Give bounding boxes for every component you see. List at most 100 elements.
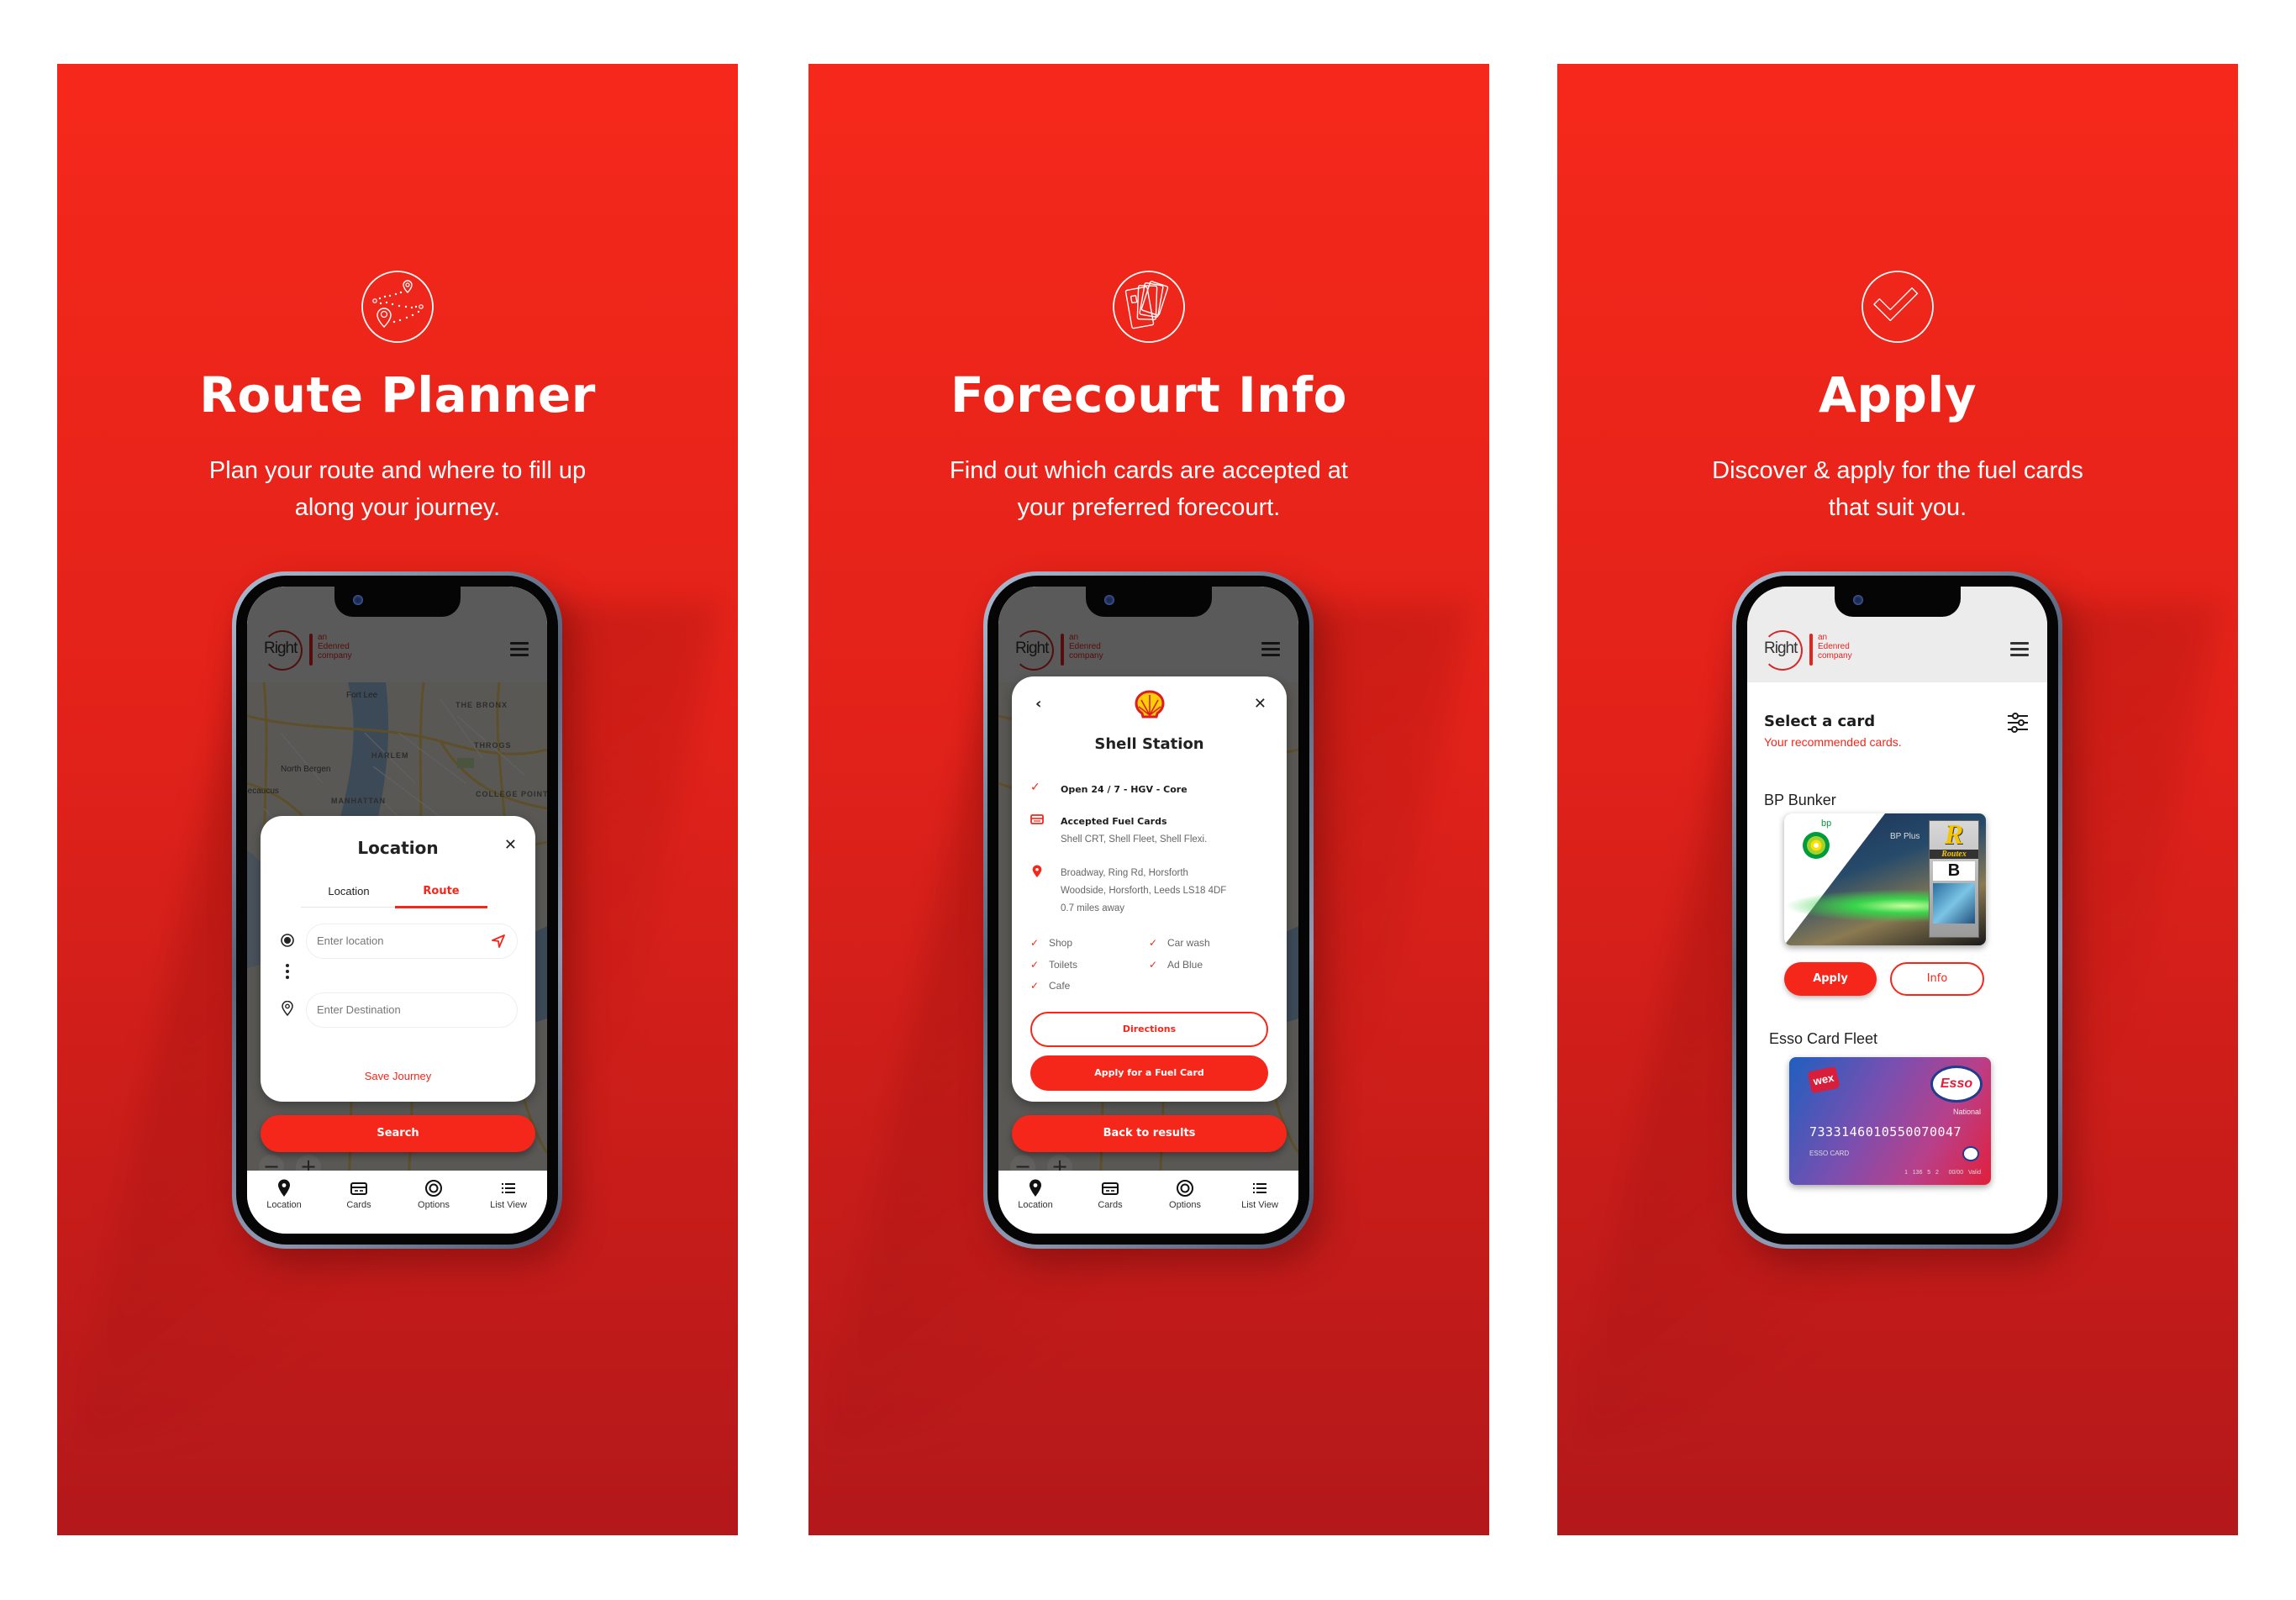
back-chevron-icon[interactable]: ‹ (1035, 695, 1041, 713)
nav-label: Options (1169, 1200, 1201, 1210)
amenity-item: ✓ Shop (1030, 937, 1072, 949)
panel-subtitle: Plan your route and where to fill up alo… (108, 452, 687, 526)
check-icon: ✓ (1030, 980, 1040, 992)
card-icon (1030, 814, 1044, 824)
nav-item-location[interactable]: Location (1002, 1179, 1069, 1210)
nav-item-options[interactable]: Options (400, 1179, 467, 1210)
nav-label: List View (1241, 1200, 1278, 1210)
distance-text: 0.7 miles away (1061, 903, 1125, 913)
options-target-icon (425, 1180, 442, 1197)
tab-route[interactable]: Route (395, 885, 487, 897)
back-to-results-button[interactable]: Back to results (1012, 1115, 1287, 1152)
card-product-text: BP Plus (1890, 832, 1920, 841)
phone-screen: Right an Edenred company Select a card Y… (1747, 587, 2047, 1234)
apply-button[interactable]: Apply (1784, 962, 1877, 996)
address-text: Broadway, Ring Rd, Horsforth Woodside, H… (1061, 865, 1273, 918)
nav-item-list-view[interactable]: List View (1226, 1179, 1293, 1210)
recommended-subheading: Your recommended cards. (1764, 735, 1902, 749)
location-pin-icon (1030, 1179, 1041, 1197)
status-text: Open 24 / 7 - HGV - Core (1061, 784, 1187, 795)
station-name: Shell Station (1094, 735, 1204, 753)
hologram (1933, 883, 1975, 924)
modal-title: Location (357, 838, 439, 858)
close-icon[interactable]: ✕ (504, 836, 517, 854)
destination-input[interactable]: Enter Destination (306, 992, 518, 1028)
bottom-nav: Location Cards Options List View (998, 1171, 1298, 1234)
panel-route-planner: Route Planner Plan your route and where … (57, 64, 738, 1535)
card-footer-text: 1 136 5 2 00/00 Valid (1904, 1170, 1981, 1176)
check-icon: ✓ (1030, 959, 1040, 971)
wex-logo: wex (1807, 1066, 1840, 1094)
accepted-cards-text: Accepted Fuel Cards Shell CRT, Shell Fle… (1061, 813, 1273, 849)
amenity-item: ✓ Ad Blue (1149, 959, 1203, 971)
close-icon[interactable]: ✕ (1254, 695, 1266, 713)
accepted-cards-heading: Accepted Fuel Cards (1061, 816, 1167, 827)
amenity-label: Car wash (1167, 937, 1210, 949)
phone-screen: Right an Edenred company (247, 587, 547, 1234)
logo-tagline-line: company (1818, 651, 1852, 661)
subtitle-line: your preferred forecourt. (1017, 494, 1281, 521)
amenity-label: Cafe (1049, 980, 1071, 992)
phone-mockup: Right an Edenred company (983, 571, 1314, 1249)
panel-forecourt-info: Forecourt Info Find out which cards are … (808, 64, 1489, 1535)
directions-button[interactable]: Directions (1030, 1012, 1268, 1047)
location-pin-icon (1032, 865, 1042, 878)
routex-r-letter: R (1944, 819, 1964, 850)
menu-hamburger-icon[interactable] (2010, 642, 2029, 656)
address-line: Woodside, Horsforth, Leeds LS18 4DF (1061, 886, 1227, 896)
card-green-streak (1784, 889, 1935, 923)
card-name: BP Bunker (1764, 792, 1836, 808)
tab-location[interactable]: Location (303, 885, 395, 897)
route-dots-icon (286, 964, 289, 979)
station-status: Open 24 / 7 - HGV - Core (1061, 781, 1273, 799)
amenity-item: ✓ Toilets (1030, 959, 1077, 971)
info-button[interactable]: Info (1890, 962, 1984, 996)
brand-logo[interactable]: Right an Edenred company (1762, 630, 1914, 671)
panel-title: Route Planner (199, 366, 596, 424)
start-location-input[interactable]: Enter location (306, 924, 518, 959)
save-journey-link[interactable]: Save Journey (261, 1070, 535, 1082)
card-icon (350, 1182, 367, 1195)
panel-title: Apply (1818, 366, 1977, 424)
routex-label: Routex (1930, 850, 1978, 859)
card-category-letter: B (1933, 861, 1975, 881)
bp-bunker-card-image[interactable]: bp BP Plus R Routex B (1784, 813, 1986, 945)
card-number: 7333146010550070047 (1809, 1124, 1962, 1139)
navigate-arrow-icon[interactable] (492, 934, 505, 948)
list-view-icon (1253, 1183, 1266, 1193)
check-icon: ✓ (1149, 937, 1158, 949)
search-button[interactable]: Search (261, 1115, 535, 1152)
amenity-item: ✓ Car wash (1149, 937, 1210, 949)
logo-tagline: an Edenred company (1818, 633, 1852, 661)
shell-logo (1135, 690, 1165, 718)
accepted-cards-list: Shell CRT, Shell Fleet, Shell Flexi. (1061, 834, 1208, 845)
bottom-nav: Location Cards Options List View (247, 1171, 547, 1234)
apply-fuel-card-button[interactable]: Apply for a Fuel Card (1030, 1055, 1268, 1091)
nav-item-cards[interactable]: Cards (325, 1179, 392, 1210)
nav-label: Location (1018, 1200, 1053, 1210)
panel-subtitle: Discover & apply for the fuel cards that… (1608, 452, 2188, 526)
amenity-item: ✓ Cafe (1030, 980, 1070, 992)
logo-word: Right (1764, 639, 1798, 657)
station-detail-modal: ‹ ✕ Shell Station ✓ Open 24 / 7 - HGV - … (1012, 676, 1287, 1102)
nav-item-cards[interactable]: Cards (1077, 1179, 1144, 1210)
amenity-label: Shop (1049, 937, 1073, 949)
nav-item-options[interactable]: Options (1151, 1179, 1219, 1210)
check-icon: ✓ (1030, 781, 1040, 794)
panel-apply: Apply Discover & apply for the fuel card… (1557, 64, 2238, 1535)
camera-icon (352, 595, 363, 605)
routex-badge: R Routex B (1929, 820, 1979, 938)
amenity-label: Toilets (1049, 959, 1078, 971)
camera-icon (1852, 595, 1863, 605)
card-name: Esso Card Fleet (1769, 1030, 1878, 1047)
check-icon: ✓ (1030, 937, 1040, 949)
select-card-heading: Select a card (1764, 713, 1876, 730)
esso-card-image[interactable]: wex Esso National 7333146010550070047 ES… (1789, 1057, 1991, 1185)
camera-icon (1103, 595, 1114, 605)
nav-item-location[interactable]: Location (250, 1179, 318, 1210)
nav-item-list-view[interactable]: List View (475, 1179, 542, 1210)
logo-divider (1809, 634, 1813, 666)
checkmark-circle-icon (1862, 271, 1934, 343)
origin-radio-icon (281, 934, 294, 947)
filter-sliders-icon[interactable] (2007, 713, 2029, 733)
